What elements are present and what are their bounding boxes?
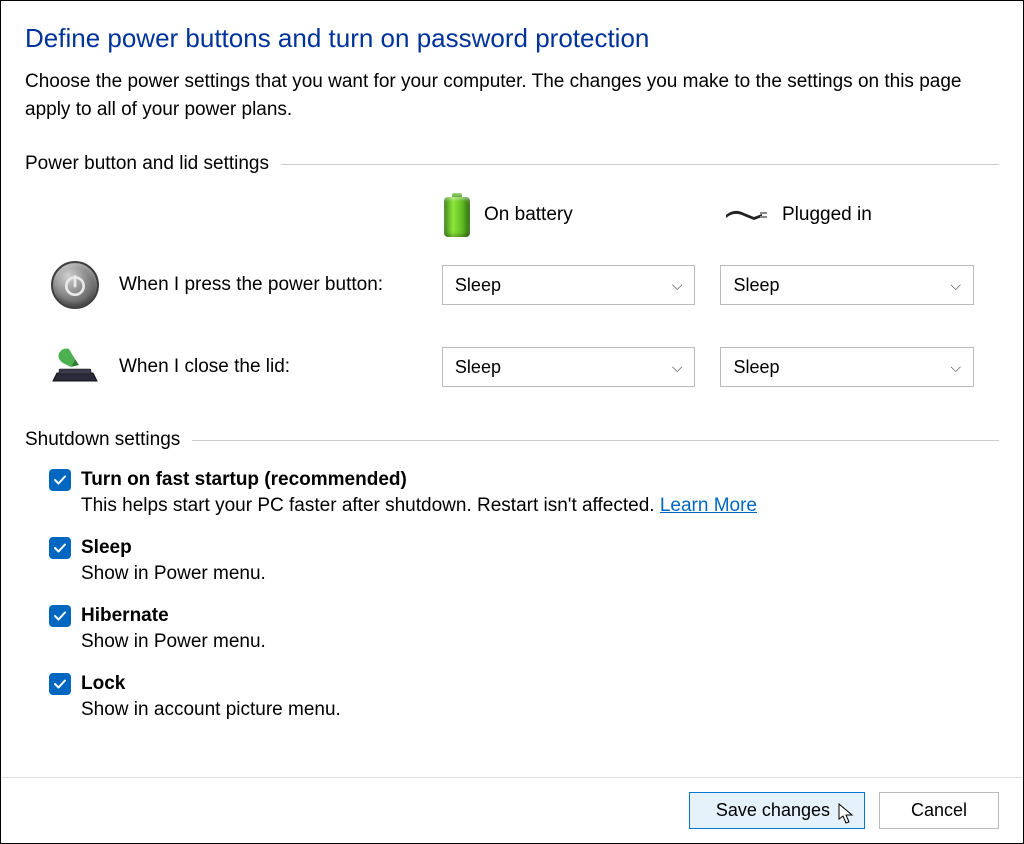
fast-startup-label: Turn on fast startup (recommended)	[81, 469, 407, 491]
dropdown-value: Sleep	[455, 275, 501, 296]
power-button-battery-dropdown[interactable]: Sleep ⌵	[442, 265, 696, 305]
sleep-label: Sleep	[81, 537, 132, 559]
power-button-plugged-dropdown[interactable]: Sleep ⌵	[720, 265, 974, 305]
sleep-checkbox[interactable]	[49, 537, 71, 559]
column-header-battery: On battery	[444, 193, 724, 237]
close-lid-row: When I close the lid: Sleep ⌵ Sleep ⌵	[49, 341, 999, 393]
laptop-lid-icon	[49, 341, 101, 393]
shutdown-settings-list: Turn on fast startup (recommended) This …	[49, 469, 999, 721]
column-label-plugged: Plugged in	[782, 204, 872, 226]
power-button-label: When I press the power button:	[119, 274, 442, 296]
section-power-button-lid: Power button and lid settings	[25, 153, 999, 175]
section-heading: Shutdown settings	[25, 429, 180, 451]
dropdown-value: Sleep	[733, 357, 779, 378]
battery-icon	[444, 193, 470, 237]
section-shutdown-settings: Shutdown settings	[25, 429, 999, 451]
close-lid-plugged-dropdown[interactable]: Sleep ⌵	[720, 347, 974, 387]
cancel-button[interactable]: Cancel	[879, 792, 999, 829]
lock-desc: Show in account picture menu.	[81, 699, 999, 721]
power-button-row: When I press the power button: Sleep ⌵ S…	[49, 259, 999, 311]
chevron-down-icon: ⌵	[672, 277, 683, 294]
page-subtitle: Choose the power settings that you want …	[25, 68, 965, 123]
hibernate-item: Hibernate Show in Power menu.	[49, 605, 999, 653]
lock-label: Lock	[81, 673, 125, 695]
chevron-down-icon: ⌵	[950, 359, 961, 376]
section-heading: Power button and lid settings	[25, 153, 269, 175]
close-lid-label: When I close the lid:	[119, 356, 442, 378]
fast-startup-checkbox[interactable]	[49, 469, 71, 491]
page-title: Define power buttons and turn on passwor…	[25, 23, 999, 54]
sleep-item: Sleep Show in Power menu.	[49, 537, 999, 585]
footer: Save changes Cancel	[1, 777, 1023, 829]
power-button-icon	[49, 259, 101, 311]
power-settings-table: On battery Plugged in When I press the p…	[49, 193, 999, 393]
sleep-desc: Show in Power menu.	[81, 563, 999, 585]
column-header-plugged: Plugged in	[724, 193, 984, 237]
column-label-battery: On battery	[484, 204, 573, 226]
dropdown-value: Sleep	[733, 275, 779, 296]
hibernate-checkbox[interactable]	[49, 605, 71, 627]
hibernate-label: Hibernate	[81, 605, 169, 627]
chevron-down-icon: ⌵	[672, 359, 683, 376]
cursor-icon	[838, 803, 856, 825]
chevron-down-icon: ⌵	[950, 277, 961, 294]
save-changes-button[interactable]: Save changes	[689, 792, 865, 829]
plug-icon	[724, 204, 768, 226]
hibernate-desc: Show in Power menu.	[81, 631, 999, 653]
lock-item: Lock Show in account picture menu.	[49, 673, 999, 721]
dropdown-value: Sleep	[455, 357, 501, 378]
close-lid-battery-dropdown[interactable]: Sleep ⌵	[442, 347, 696, 387]
fast-startup-item: Turn on fast startup (recommended) This …	[49, 469, 999, 517]
divider	[281, 164, 999, 165]
divider	[192, 440, 999, 441]
learn-more-link[interactable]: Learn More	[660, 495, 757, 516]
lock-checkbox[interactable]	[49, 673, 71, 695]
fast-startup-desc: This helps start your PC faster after sh…	[81, 495, 999, 517]
